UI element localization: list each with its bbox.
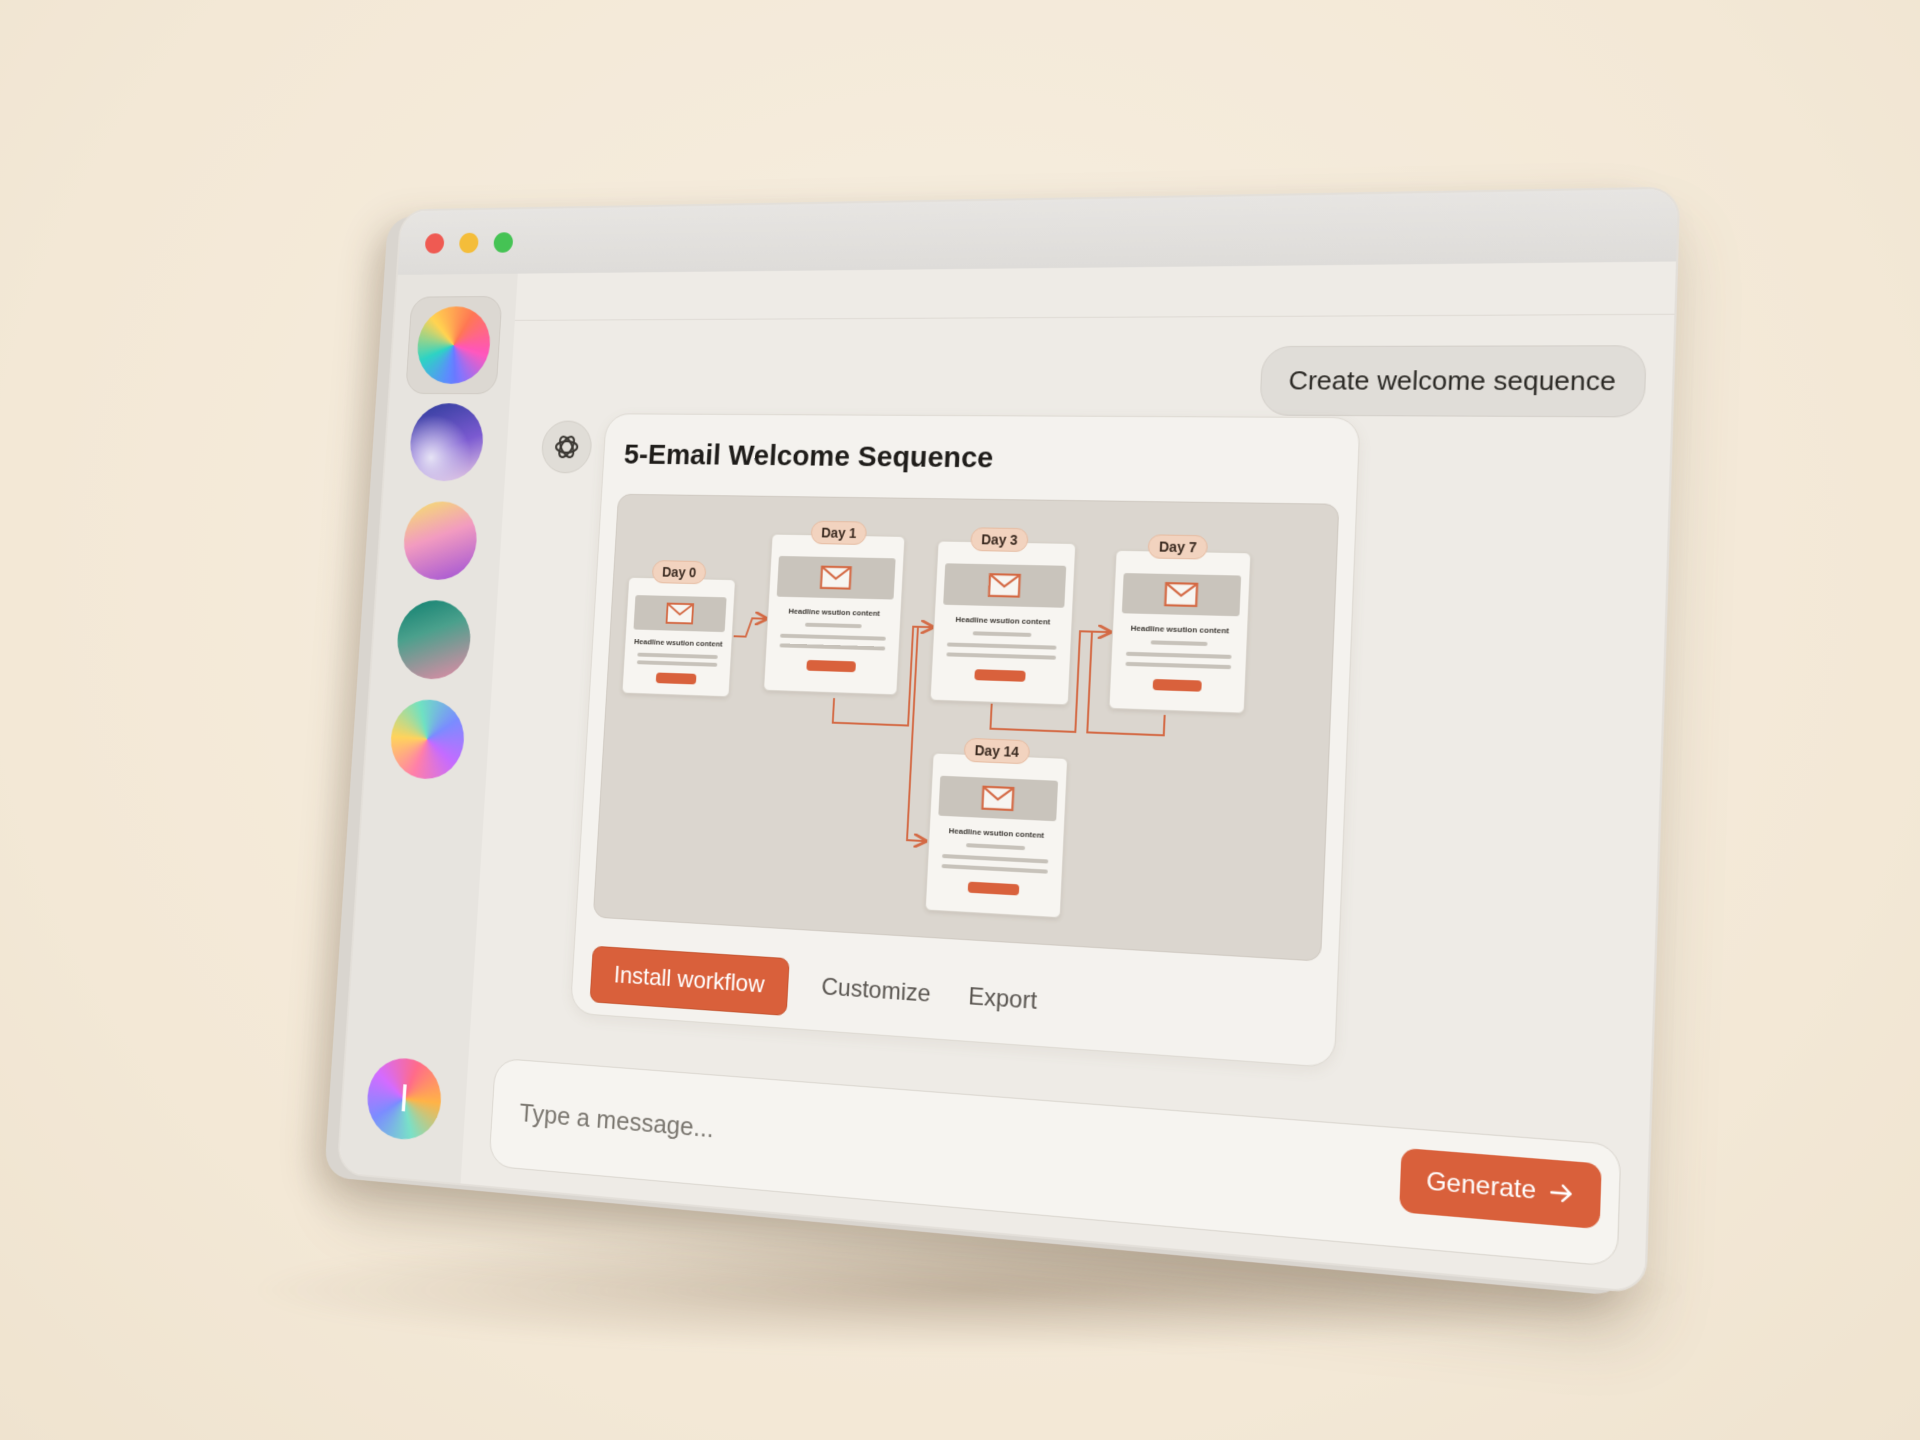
day-label: Day 0 <box>651 560 707 585</box>
assistant-orb-icon <box>395 599 473 681</box>
email-cta <box>967 881 1020 896</box>
assistant-orb-icon <box>401 501 480 581</box>
user-avatar[interactable]: I <box>364 1055 444 1143</box>
email-headline: Headline wsution content <box>955 614 1051 627</box>
email-hero <box>1121 573 1242 617</box>
message-input[interactable]: Type a message... <box>519 1098 715 1145</box>
envelope-icon <box>819 566 852 590</box>
assistant-orb-icon <box>407 403 486 482</box>
email-card-day-1[interactable]: Headline wsution content <box>763 533 906 696</box>
arrow-right-icon <box>1549 1182 1574 1204</box>
sidebar-item-assistant-5[interactable] <box>388 698 467 781</box>
email-hero <box>938 775 1059 822</box>
email-headline: Headline wsution content <box>788 606 881 618</box>
assistant-response-card: 5-Email Welcome Sequence Headline wsutio… <box>570 413 1361 1068</box>
export-button[interactable]: Export <box>968 983 1038 1016</box>
day-label: Day 3 <box>970 527 1030 553</box>
assistant-orb-icon <box>388 698 467 781</box>
close-window-button[interactable] <box>424 233 445 254</box>
day-label: Day 14 <box>963 737 1031 765</box>
sidebar-item-assistant-1[interactable] <box>405 295 503 395</box>
customize-button[interactable]: Customize <box>821 973 932 1008</box>
email-headline: Headline wsution content <box>1130 623 1230 636</box>
email-card-day-14[interactable]: Headline wsution content <box>924 752 1069 919</box>
email-headline: Headline wsution content <box>948 826 1045 840</box>
email-hero <box>633 595 727 633</box>
email-cta <box>974 669 1026 682</box>
email-cta <box>655 672 697 685</box>
sidebar-item-assistant-4[interactable] <box>395 599 473 681</box>
day-label: Day 1 <box>810 520 868 546</box>
user-message-bubble: Create welcome sequence <box>1259 345 1647 418</box>
email-headline: Headline wsution content <box>633 637 723 649</box>
scene: I Create welcome sequence 5-Email Welcom… <box>310 190 1630 1220</box>
generate-button[interactable]: Generate <box>1399 1147 1602 1230</box>
chat-area: Create welcome sequence 5-Email Welcome … <box>461 261 1676 1291</box>
email-hero <box>943 563 1067 608</box>
envelope-icon <box>981 786 1016 812</box>
email-cta <box>1152 678 1202 692</box>
install-workflow-button[interactable]: Install workflow <box>589 945 790 1016</box>
email-card-day-3[interactable]: Headline wsution content <box>929 540 1077 706</box>
email-hero <box>776 555 896 600</box>
email-card-day-0[interactable]: Headline wsution content <box>621 576 736 698</box>
header-divider <box>514 313 1675 321</box>
envelope-icon <box>1163 582 1199 607</box>
minimize-window-button[interactable] <box>458 232 479 254</box>
generate-label: Generate <box>1425 1167 1537 1206</box>
connector-day0-day1 <box>734 618 766 637</box>
scene-background: I Create welcome sequence 5-Email Welcom… <box>0 0 1920 1440</box>
app-window: I Create welcome sequence 5-Email Welcom… <box>336 186 1680 1294</box>
envelope-icon <box>666 603 695 625</box>
sidebar-item-assistant-2[interactable] <box>407 403 486 482</box>
email-card-day-7[interactable]: Headline wsution content <box>1108 549 1252 714</box>
user-avatar-initial: I <box>397 1076 411 1120</box>
zoom-window-button[interactable] <box>493 232 514 253</box>
day-label: Day 7 <box>1147 534 1209 560</box>
openai-logo-icon <box>540 420 594 474</box>
email-cta <box>806 659 856 673</box>
card-title: 5-Email Welcome Sequence <box>623 438 995 475</box>
sidebar-item-assistant-3[interactable] <box>401 501 480 581</box>
envelope-icon <box>987 573 1021 598</box>
assistant-orb-icon <box>415 306 493 384</box>
workflow-diagram: Headline wsution content Day 0 Headline … <box>593 494 1340 962</box>
